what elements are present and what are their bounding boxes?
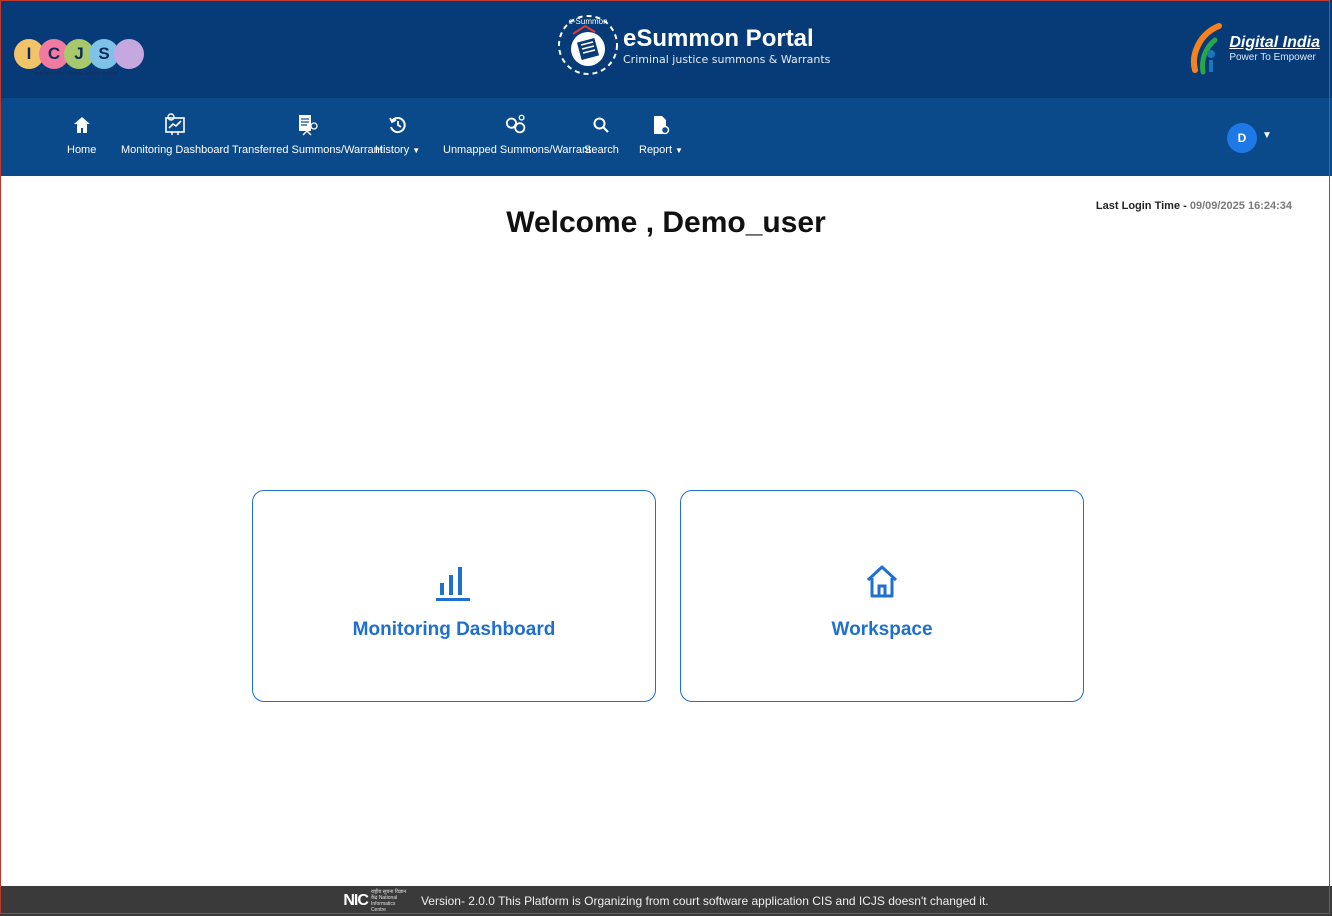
chevron-down-icon: ▼	[412, 146, 421, 155]
user-avatar[interactable]: D	[1227, 123, 1257, 153]
monitoring-dashboard-card[interactable]: Monitoring Dashboard	[252, 490, 656, 702]
card-label: Workspace	[831, 619, 933, 640]
nav-label: Search	[584, 144, 619, 156]
nav-label: Home	[67, 144, 97, 156]
nic-logo-text: NIC	[343, 892, 369, 909]
nav-label: Unmapped Summons/Warrant	[443, 144, 592, 156]
nav-item-history[interactable]: History ▼	[375, 112, 420, 156]
document-transfer-icon	[295, 112, 319, 138]
nav-item-monitoring-dashboard[interactable]: Monitoring Dashboard	[121, 112, 229, 156]
welcome-heading: Welcome , Demo_user	[506, 206, 826, 239]
house-icon	[866, 565, 898, 598]
esummon-emblem-icon: e-Summon	[558, 15, 618, 75]
search-icon	[589, 112, 613, 138]
chevron-down-icon: ▼	[675, 146, 683, 155]
nav-item-unmapped-summons[interactable]: Unmapped Summons/Warrant	[443, 112, 591, 156]
portal-title: eSummon Portal	[623, 24, 814, 52]
nav-item-home[interactable]: Home	[67, 112, 96, 156]
icjs-logo: I C J S Interoperable Criminal Justice S…	[14, 33, 144, 77]
portal-subtitle: Criminal justice summons & Warrants	[623, 52, 831, 66]
digital-india-logo: Digital India Power To Empower	[1189, 20, 1320, 76]
nav-label: Transferred Summons/Warrant	[232, 144, 383, 156]
portal-brand: e-Summon eSummon Portal Criminal justice…	[555, 12, 830, 78]
home-icon	[70, 112, 94, 138]
emblem-text: e-Summon	[568, 17, 607, 26]
unmapped-link-icon	[505, 112, 529, 138]
history-icon	[386, 112, 410, 138]
nic-logo-subtext: राष्ट्रीय सूचना विज्ञान केंद्र National …	[370, 889, 407, 913]
nav-label: History	[375, 144, 410, 156]
nav-item-report[interactable]: Report ▼	[639, 112, 683, 156]
nav-label: Report	[639, 144, 673, 156]
bar-chart-icon	[436, 567, 470, 601]
app-footer: NIC राष्ट्रीय सूचना विज्ञान केंद्र Natio…	[0, 886, 1332, 916]
report-icon	[649, 112, 673, 138]
footer-version-text: Version- 2.0.0 This Platform is Organizi…	[420, 894, 989, 908]
app-header: I C J S Interoperable Criminal Justice S…	[0, 0, 1332, 98]
digital-india-title: Digital India	[1229, 33, 1320, 51]
card-label: Monitoring Dashboard	[352, 619, 556, 640]
icjs-decor-circle	[114, 39, 144, 69]
workspace-card[interactable]: Workspace	[680, 490, 1084, 702]
nic-logo: NIC राष्ट्रीय सूचना विज्ञान केंद्र Natio…	[343, 889, 407, 913]
digital-india-emblem-icon	[1191, 23, 1223, 75]
nav-item-transferred-summons[interactable]: Transferred Summons/Warrant	[232, 112, 383, 156]
chevron-down-icon[interactable]: ▼	[1262, 130, 1272, 141]
digital-india-subtitle: Power To Empower	[1229, 51, 1316, 63]
main-nav: Home Monitoring Dashboard Transferred Su…	[0, 98, 1332, 176]
nav-item-search[interactable]: Search	[584, 112, 619, 156]
icjs-subtitle: Interoperable Criminal Justice System	[34, 71, 119, 77]
nav-label: Monitoring Dashboard	[121, 144, 230, 156]
monitor-chart-icon	[163, 112, 187, 138]
